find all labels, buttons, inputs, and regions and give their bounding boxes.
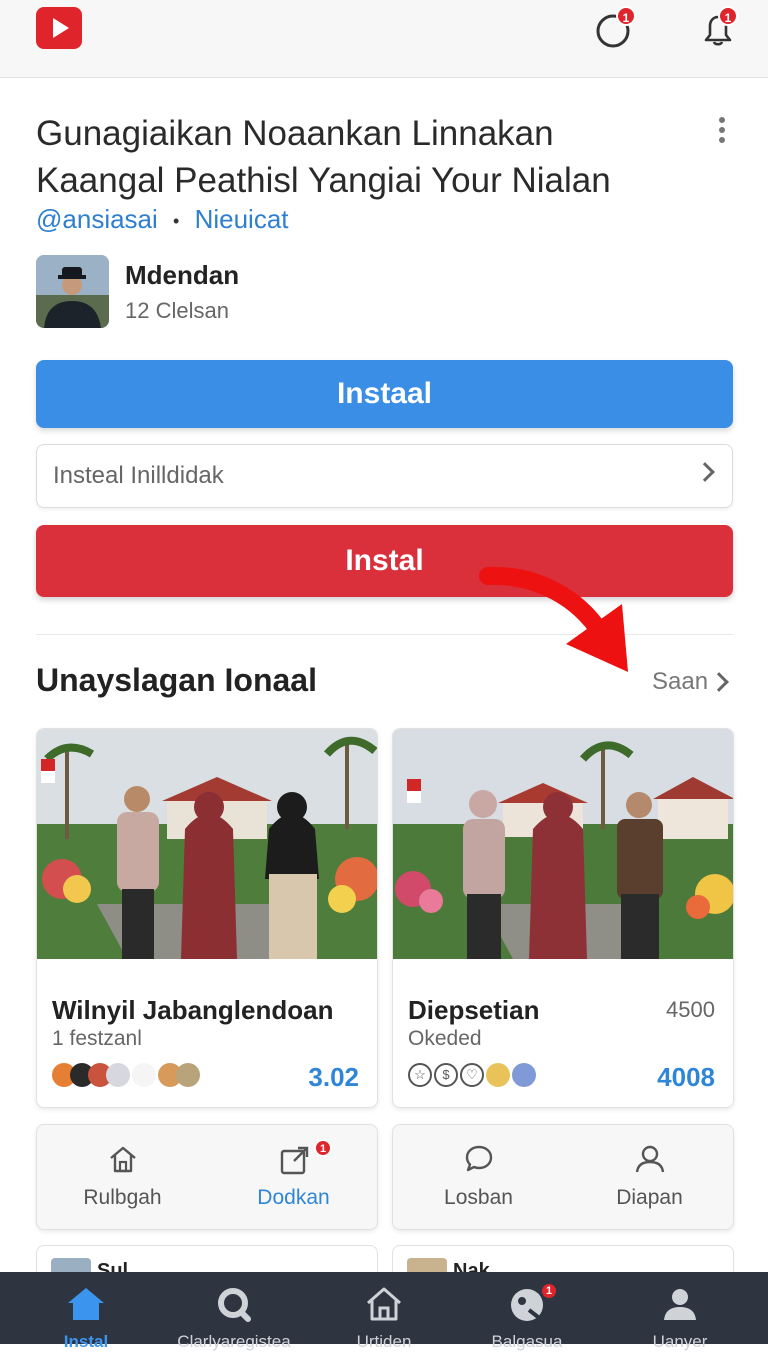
action-rulbgah[interactable]: Rulbgah — [37, 1125, 208, 1231]
nav-label: Instal — [63, 1332, 109, 1351]
reaction-face-icon — [486, 1063, 510, 1087]
bell-badge: 1 — [718, 6, 738, 26]
account-icon — [664, 1289, 696, 1320]
channel-name[interactable]: Mdendan — [125, 260, 239, 291]
section-title: Unayslagan Ionaal — [36, 662, 317, 698]
install-option-label: Insteal Inilldidak — [53, 462, 224, 489]
nav-badge: 1 — [540, 1282, 558, 1300]
bell-icon[interactable]: 1 — [698, 6, 738, 50]
search-icon — [218, 1288, 251, 1322]
action-dodkan[interactable]: 1 Dodkan — [208, 1125, 379, 1231]
see-all-link[interactable]: Saan — [652, 668, 708, 696]
action-box-left: Rulbgah 1 Dodkan — [36, 1124, 378, 1230]
action-label: Losban — [444, 1186, 513, 1209]
verified-check-icon — [512, 1063, 536, 1087]
reaction-icons: ☆ $ ♡ — [408, 1063, 536, 1089]
video-card-2[interactable]: Diepsetian 4500 Okeded ☆ $ ♡ 4008 — [392, 728, 734, 1108]
reaction-icons — [52, 1063, 200, 1089]
channel-avatar[interactable] — [36, 255, 109, 328]
share-box-icon — [280, 1146, 309, 1175]
nav-item-search[interactable]: Clarlyaregistea — [159, 1272, 309, 1351]
reaction-leaf-icon — [176, 1063, 200, 1087]
channel-handle-link[interactable]: @ansiasai — [36, 204, 158, 234]
channel-subscribers: 12 Clelsan — [125, 298, 229, 323]
star-outline-icon: ☆ — [408, 1063, 432, 1087]
action-losban[interactable]: Losban — [393, 1125, 564, 1231]
nav-item-urtiden[interactable]: Urtiden — [309, 1272, 459, 1351]
card-subtitle: Okeded — [408, 1027, 482, 1050]
more-options-icon[interactable] — [708, 114, 736, 148]
action-label: Dodkan — [257, 1186, 330, 1209]
card-stat-value: 3.02 — [308, 1062, 359, 1092]
action-badge: 1 — [314, 1139, 332, 1157]
card-count: 4500 — [666, 997, 715, 1022]
card-title: Diepsetian — [408, 995, 540, 1025]
category-link[interactable]: Nieuicat — [195, 204, 289, 234]
nav-item-uanyer[interactable]: Uanyer — [605, 1272, 755, 1351]
video-meta: @ansiasai • Nieuicat — [36, 204, 289, 235]
play-logo-icon[interactable] — [36, 7, 82, 49]
home-outline-icon — [367, 1287, 401, 1321]
nav-label: Urtiden — [356, 1332, 412, 1351]
thumb-icon: ♡ — [460, 1063, 484, 1087]
card-subtitle: 1 festzanl — [52, 1027, 142, 1050]
video-title: Gunagiaikan Noaankan Linnakan Kaangal Pe… — [36, 114, 611, 200]
action-label: Diapan — [616, 1186, 683, 1209]
install-primary-button[interactable]: Instaal — [36, 360, 733, 428]
meta-separator: • — [173, 210, 180, 231]
home-icon — [68, 1288, 104, 1320]
coin-icon: $ — [434, 1063, 458, 1087]
action-label: Rulbgah — [83, 1186, 162, 1209]
activity-icon[interactable]: 1 — [594, 6, 636, 50]
top-app-bar: 1 1 — [0, 0, 768, 78]
video-card-1[interactable]: Wilnyil Jabanglendoan 1 festzanl 3.02 — [36, 728, 378, 1108]
nav-item-instal[interactable]: Instal — [11, 1272, 161, 1351]
card-stat-value: 4008 — [657, 1062, 715, 1092]
card-thumbnail — [37, 729, 377, 959]
nav-label: Uanyer — [652, 1332, 708, 1351]
reaction-grey-icon — [106, 1063, 130, 1087]
chevron-right-icon[interactable] — [709, 672, 729, 692]
nav-label: Balgasua — [491, 1332, 563, 1351]
chat-bubble-icon — [465, 1145, 493, 1172]
nav-item-balgasua[interactable]: 1 Balgasua — [452, 1272, 602, 1351]
action-box-right: Losban Diapan — [392, 1124, 734, 1230]
install-option-row[interactable]: Insteal Inilldidak — [36, 444, 733, 508]
nav-label: Clarlyaregistea — [177, 1332, 291, 1351]
person-icon — [635, 1145, 665, 1173]
bottom-navigation: Instal Clarlyaregistea Urtiden 1 Balgasu… — [0, 1272, 768, 1351]
action-diapan[interactable]: Diapan — [564, 1125, 735, 1231]
card-thumbnail — [393, 729, 733, 959]
activity-badge: 1 — [616, 6, 636, 26]
red-arrow-annotation — [479, 566, 628, 672]
card-title: Wilnyil Jabanglendoan — [52, 995, 334, 1025]
chevron-right-icon — [695, 462, 715, 482]
reaction-white-icon — [132, 1063, 156, 1087]
home-outline-icon — [110, 1146, 136, 1173]
